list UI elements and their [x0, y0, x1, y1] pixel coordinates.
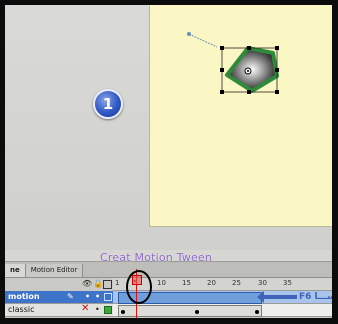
layer-name-classic[interactable]: classic ✕ • [5, 303, 113, 316]
outline-icon[interactable] [103, 280, 112, 289]
shortcut-annotation: F6 ســـا [299, 292, 332, 302]
classic-tween-span[interactable] [118, 305, 262, 317]
layer-name-motion[interactable]: motion ✎ • • [5, 291, 113, 303]
pasteboard-area: 1 [5, 5, 332, 250]
transform-handle [220, 68, 224, 72]
step-number-badge: 1 [93, 89, 123, 119]
keyframe[interactable] [255, 310, 259, 314]
tick-label: 25 [232, 279, 241, 287]
pencil-icon: ✎ [67, 292, 74, 301]
transform-handle [220, 46, 224, 50]
lock-icon[interactable]: 🔒 [93, 279, 103, 289]
outline-square[interactable] [104, 293, 112, 301]
motion-path-start-point [187, 32, 191, 36]
tab-motion-editor[interactable]: Motion Editor [25, 264, 84, 277]
tick-label: 35 [283, 279, 292, 287]
tick-label: 1 [115, 279, 120, 287]
frames-classic[interactable] [113, 304, 332, 317]
layer-row-classic[interactable]: classic ✕ • [5, 303, 332, 317]
transform-handle [247, 90, 251, 94]
tick-label: 15 [182, 279, 191, 287]
transform-handle [275, 46, 279, 50]
transform-handle [275, 90, 279, 94]
delete-x-icon[interactable]: ✕ [81, 303, 89, 315]
tick-label: 20 [207, 279, 216, 287]
flash-workspace: 1 ne Motion Editor 👁 🔒 1 5 10 15 20 25 3… [5, 5, 332, 318]
tick-label: 30 [258, 279, 267, 287]
annotation-title: Creat Motion Tween [100, 251, 213, 264]
lock-dot[interactable]: • [95, 291, 100, 303]
callout-circle [126, 270, 152, 304]
timeline-panel: ne Motion Editor 👁 🔒 1 5 10 15 20 25 30 … [5, 261, 332, 318]
lock-dot[interactable]: • [95, 304, 100, 316]
stage-canvas[interactable] [150, 5, 332, 226]
step-number: 1 [102, 95, 114, 113]
keyframe[interactable] [121, 310, 125, 314]
keyframe[interactable] [195, 310, 199, 314]
transform-handle [220, 90, 224, 94]
eye-icon[interactable]: 👁 [82, 279, 92, 289]
outline-square[interactable] [104, 306, 112, 314]
transform-handle [275, 68, 279, 72]
transform-handle [247, 46, 251, 50]
pentagon-shape[interactable] [225, 46, 279, 93]
visibility-dot[interactable]: • [85, 291, 90, 303]
tab-timeline[interactable]: ne [5, 264, 26, 277]
panel-tab-bar: ne Motion Editor [5, 262, 332, 278]
arrow-left-icon [257, 291, 297, 303]
stage-drawing [187, 32, 279, 94]
motion-path-guide [188, 33, 218, 48]
tick-label: 10 [157, 279, 166, 287]
